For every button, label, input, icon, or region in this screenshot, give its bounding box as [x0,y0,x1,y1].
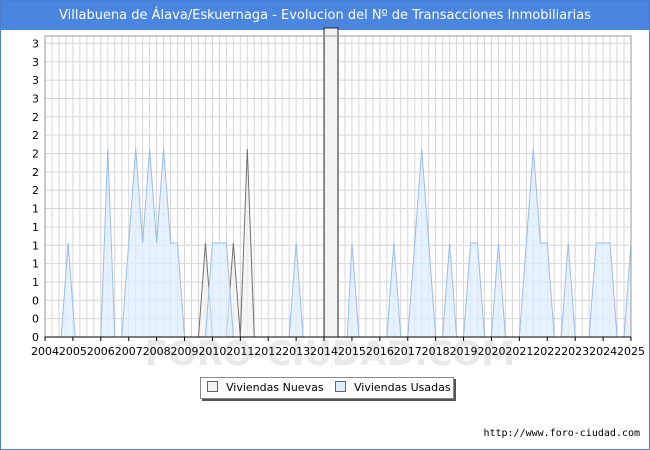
y-tick-label: 0 [32,331,39,344]
y-tick-label: 1 [32,221,39,234]
y-tick-label: 1 [32,203,39,216]
y-tick-label: 2 [32,148,39,161]
x-tick-label: 2017 [394,345,422,358]
x-tick-label: 2012 [254,345,282,358]
highlight-band [323,27,339,338]
y-tick-label: 3 [32,37,39,50]
y-tick-label: 1 [32,239,39,252]
x-tick-label: 2019 [450,345,478,358]
y-tick-label: 2 [32,166,39,179]
y-tick-label: 0 [32,313,39,326]
x-tick-label: 2015 [338,345,366,358]
x-tick-label: 2007 [115,345,143,358]
y-tick-label: 3 [32,74,39,87]
x-tick-label: 2008 [143,345,171,358]
legend-label-nuevas: Viviendas Nuevas [226,381,324,394]
legend-swatch-nuevas [207,381,218,392]
x-tick-label: 2021 [505,345,533,358]
x-tick-label: 2022 [533,345,561,358]
y-tick-label: 0 [32,294,39,307]
x-tick-label: 2018 [422,345,450,358]
x-tick-label: 2016 [366,345,394,358]
x-tick-label: 2025 [617,345,645,358]
x-tick-label: 2023 [561,345,589,358]
x-tick-label: 2006 [87,345,115,358]
legend: Viviendas Nuevas Viviendas Usadas [200,377,454,399]
legend-item-usadas: Viviendas Usadas [335,381,451,395]
x-tick-label: 2010 [198,345,226,358]
legend-label-usadas: Viviendas Usadas [354,381,451,394]
x-tick-label: 2004 [31,345,59,358]
x-tick-label: 2009 [171,345,199,358]
legend-item-nuevas: Viviendas Nuevas [207,381,324,395]
y-tick-label: 1 [32,276,39,289]
y-tick-label: 2 [32,184,39,197]
y-tick-label: 2 [32,129,39,142]
x-tick-label: 2020 [477,345,505,358]
x-tick-label: 2024 [589,345,617,358]
x-tick-label: 2005 [59,345,87,358]
y-tick-label: 1 [32,258,39,271]
x-tick-label: 2011 [226,345,254,358]
x-tick-label: 2013 [282,345,310,358]
y-tick-label: 3 [32,56,39,69]
x-tick-label: 2014 [310,345,338,358]
y-tick-label: 2 [32,111,39,124]
source-url: http://www.foro-ciudad.com [483,428,640,439]
y-tick-label: 3 [32,92,39,105]
legend-swatch-usadas [335,381,346,392]
